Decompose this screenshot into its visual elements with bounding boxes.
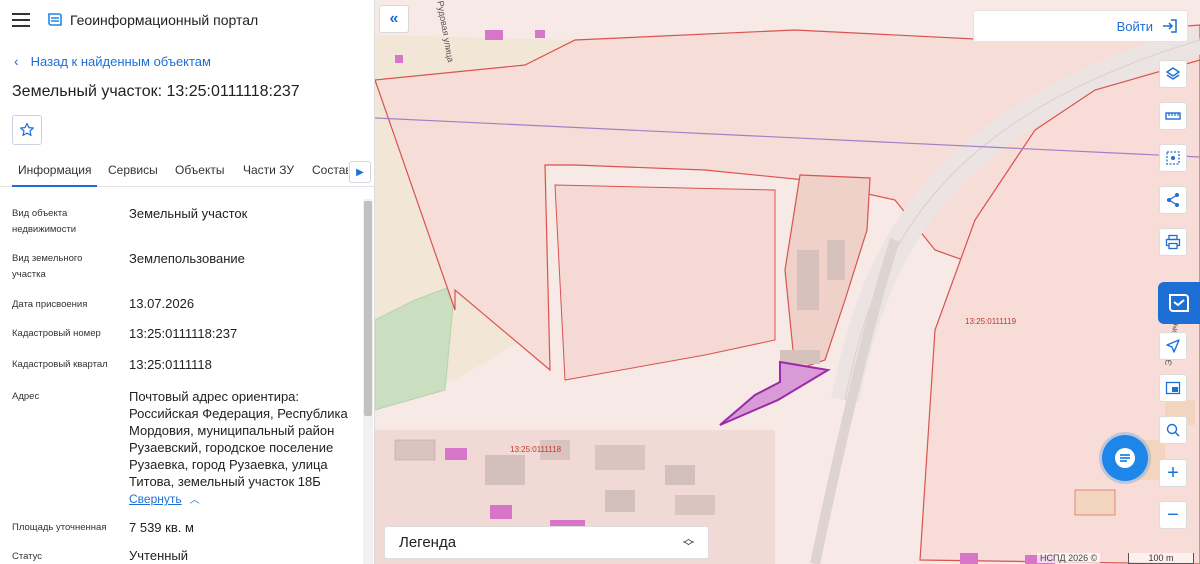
layers-button[interactable] bbox=[1159, 60, 1187, 88]
measure-button[interactable] bbox=[1159, 102, 1187, 130]
sign-in-icon bbox=[1163, 19, 1177, 33]
tabs-scroll-right-button[interactable]: ▶ bbox=[349, 161, 371, 183]
layers-icon bbox=[1165, 67, 1181, 80]
select-area-button[interactable] bbox=[1159, 144, 1187, 172]
property-label: Статус bbox=[12, 551, 43, 562]
back-to-results-link[interactable]: ‹ Назад к найденным объектам bbox=[14, 53, 211, 69]
tab-information[interactable]: Информация bbox=[11, 163, 99, 187]
property-value: Землепользование bbox=[129, 251, 245, 266]
geolocation-button[interactable] bbox=[1159, 332, 1187, 360]
property-label: Вид земельного участка bbox=[12, 253, 83, 280]
location-arrow-icon bbox=[1166, 339, 1180, 353]
property-value: 13.07.2026 bbox=[129, 296, 195, 311]
tab-bar: Информация Сервисы Объекты Части ЗУ Сост… bbox=[0, 157, 374, 187]
tab-services[interactable]: Сервисы bbox=[108, 163, 158, 177]
chat-bubble-icon bbox=[1115, 448, 1135, 468]
collapse-panel-button[interactable]: « bbox=[379, 5, 409, 33]
property-label: Кадастровый квартал bbox=[12, 359, 108, 370]
print-button[interactable] bbox=[1159, 228, 1187, 256]
collapse-label: Свернуть bbox=[129, 492, 182, 506]
map-canvas[interactable]: 13:25:0111119 13:25:0111118 Рудовая улиц… bbox=[375, 0, 1200, 564]
object-title: Земельный участок: 13:25:0111118:237 bbox=[12, 83, 300, 100]
special-service-button[interactable] bbox=[1158, 282, 1200, 324]
quarter-label: 13:25:0111118 bbox=[510, 445, 562, 454]
tab-objects[interactable]: Объекты bbox=[175, 163, 225, 177]
share-icon bbox=[1167, 193, 1179, 207]
ruler-icon bbox=[1165, 112, 1181, 120]
property-label: Вид объекта недвижимости bbox=[12, 208, 77, 235]
chevron-right-icon: ▶ bbox=[356, 166, 364, 178]
tab-parts[interactable]: Части ЗУ bbox=[243, 163, 294, 177]
top-bar: Геоинформационный портал bbox=[0, 0, 374, 40]
property-value: 7 539 кв. м bbox=[129, 520, 194, 535]
minus-icon: − bbox=[1167, 504, 1179, 526]
tab-composition[interactable]: Состав bbox=[312, 163, 348, 177]
quarter-label: 13:25:0111119 bbox=[965, 317, 1017, 326]
legend-label: Легенда bbox=[399, 534, 457, 551]
property-label: Кадастровый номер bbox=[12, 328, 101, 339]
back-link-label: Назад к найденным объектам bbox=[30, 53, 211, 69]
legend-dropdown[interactable]: Легенда ︿ ﹀ bbox=[384, 526, 709, 559]
property-label: Адрес bbox=[12, 391, 40, 402]
star-icon bbox=[20, 122, 34, 136]
map-attribution: НСПД 2026 © bbox=[1037, 553, 1101, 563]
property-value: 13:25:0111118:237 bbox=[129, 326, 238, 341]
double-chevron-left-icon: « bbox=[389, 10, 399, 27]
chat-button[interactable] bbox=[1102, 435, 1148, 481]
zoom-out-button[interactable]: − bbox=[1159, 501, 1187, 529]
property-value: Учтенный bbox=[129, 548, 189, 563]
plus-icon: + bbox=[1167, 462, 1179, 484]
property-label: Дата присвоения bbox=[12, 299, 88, 310]
login-label: Войти bbox=[1116, 18, 1153, 34]
share-button[interactable] bbox=[1159, 186, 1187, 214]
address-value: Почтовый адрес ориентира: Российская Фед… bbox=[129, 389, 348, 489]
zoom-in-button[interactable]: + bbox=[1159, 459, 1187, 487]
chevron-up-icon: ︿ bbox=[189, 495, 200, 506]
login-button[interactable]: Войти bbox=[973, 10, 1188, 42]
search-on-map-button[interactable] bbox=[1159, 416, 1187, 444]
collapse-address-link[interactable]: Свернуть ︿ bbox=[129, 491, 200, 506]
scale-bar: 100 m bbox=[1128, 553, 1194, 564]
scrollbar-thumb[interactable] bbox=[364, 201, 372, 416]
minimap-button[interactable] bbox=[1159, 374, 1187, 402]
property-value: Земельный участок bbox=[129, 206, 248, 221]
property-value: 13:25:0111118 bbox=[129, 357, 212, 372]
chevron-updown-icon: ︿ ﹀ bbox=[683, 532, 694, 553]
property-label: Площадь уточненная bbox=[12, 522, 107, 533]
printer-icon bbox=[1165, 234, 1181, 250]
info-panel: Геоинформационный портал ‹ Назад к найде… bbox=[0, 0, 375, 564]
select-area-icon bbox=[1166, 151, 1180, 165]
favorite-button[interactable] bbox=[12, 115, 42, 145]
document-service-icon bbox=[1169, 294, 1189, 312]
menu-icon[interactable] bbox=[12, 13, 30, 27]
zoom-search-icon bbox=[1166, 423, 1180, 437]
portal-logo-icon bbox=[48, 13, 62, 26]
chevron-left-icon: ‹ bbox=[14, 53, 19, 69]
minimap-icon bbox=[1165, 381, 1181, 395]
app-title: Геоинформационный портал bbox=[70, 12, 259, 28]
map-layer bbox=[375, 0, 1200, 564]
